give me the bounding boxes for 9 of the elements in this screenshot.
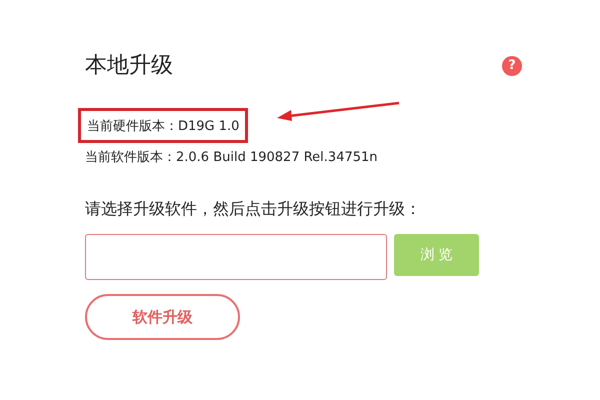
- help-icon[interactable]: ?: [502, 56, 522, 76]
- hardware-version: 当前硬件版本：D19G 1.0: [87, 119, 240, 134]
- browse-button[interactable]: 浏 览: [394, 234, 479, 276]
- instruction-text: 请选择升级软件，然后点击升级按钮进行升级：: [85, 198, 422, 220]
- upgrade-button[interactable]: 软件升级: [85, 294, 240, 340]
- page-title: 本地升级: [85, 52, 173, 80]
- arrow-icon: [275, 101, 401, 123]
- software-version: 当前软件版本：2.0.6 Build 190827 Rel.34751n: [85, 149, 379, 167]
- file-field[interactable]: [85, 234, 387, 280]
